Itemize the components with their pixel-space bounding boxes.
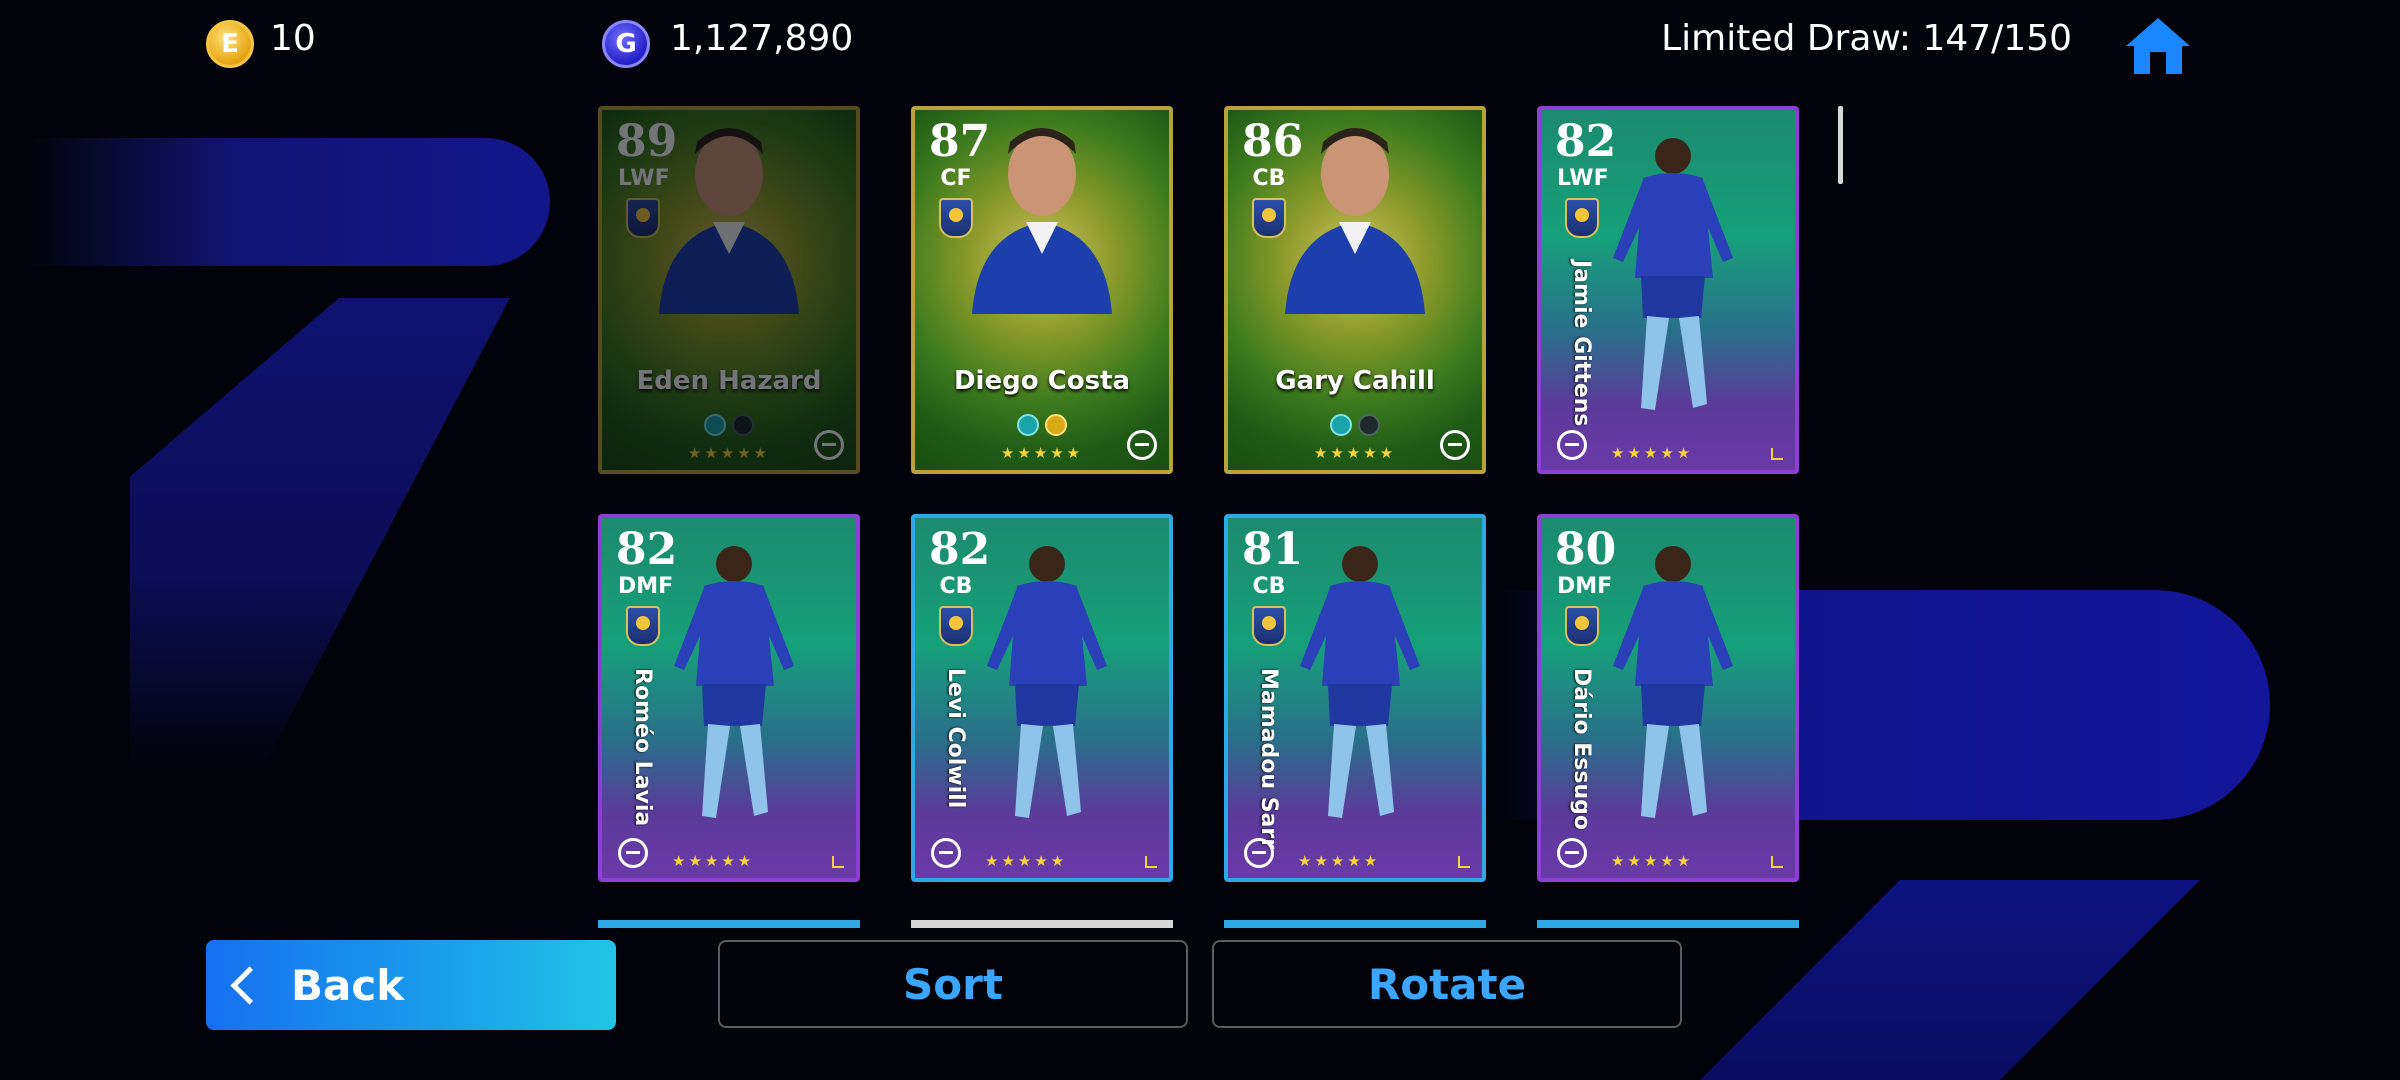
next-row-card-edge — [1224, 920, 1486, 928]
player-card[interactable]: 81 CB Mamadou Sarr ★★★★★ — [1224, 514, 1486, 882]
corner-mark-icon — [1771, 856, 1783, 868]
card-rating: 82 — [929, 524, 991, 575]
efootball-logo-icon — [1440, 430, 1470, 460]
skill-chips — [1017, 414, 1067, 436]
efootball-logo-icon — [1557, 838, 1587, 868]
rarity-stars: ★★★★★ — [985, 852, 1068, 870]
club-badge-icon — [1565, 606, 1599, 646]
efootball-logo-icon — [931, 838, 961, 868]
background-shape — [130, 298, 510, 768]
rarity-stars: ★★★★★ — [1611, 852, 1694, 870]
player-card[interactable]: 82 DMF Roméo Lavia ★★★★★ — [598, 514, 860, 882]
rotate-button[interactable]: Rotate — [1212, 940, 1682, 1028]
efootball-logo-icon — [814, 430, 844, 460]
skill-chips — [1330, 414, 1380, 436]
club-badge-icon — [1565, 198, 1599, 238]
player-name: Mamadou Sarr — [1256, 668, 1281, 850]
top-bar: E 10 G 1,127,890 Limited Draw: 147/150 — [0, 0, 2400, 90]
card-rating: 80 — [1555, 524, 1617, 575]
ecoin-count: 10 — [270, 18, 316, 59]
back-label: Back — [291, 960, 405, 1010]
skill-chip-icon — [704, 414, 726, 436]
card-rating: 86 — [1242, 116, 1304, 167]
player-card[interactable]: 82 LWF Jamie Gittens ★★★★★ — [1537, 106, 1799, 474]
efootball-logo-icon — [1127, 430, 1157, 460]
club-badge-icon — [1252, 198, 1286, 238]
card-position: CB — [1252, 166, 1286, 191]
player-card[interactable]: 82 CB Levi Colwill ★★★★★ — [911, 514, 1173, 882]
card-rating: 89 — [616, 116, 678, 167]
player-image — [987, 546, 1107, 818]
skill-chip-icon — [1330, 414, 1352, 436]
sort-button[interactable]: Sort — [718, 940, 1188, 1028]
skill-chip-icon — [1045, 414, 1067, 436]
rarity-stars: ★★★★★ — [1611, 444, 1694, 462]
next-row-card-edge — [598, 920, 860, 928]
player-card[interactable]: 89 LWF Eden Hazard ★★★★★ — [598, 106, 860, 474]
card-position: LWF — [1557, 166, 1609, 191]
corner-mark-icon — [1458, 856, 1470, 868]
card-rating: 82 — [616, 524, 678, 575]
card-position: CB — [1252, 574, 1286, 599]
player-card[interactable]: 80 DMF Dário Essugo ★★★★★ — [1537, 514, 1799, 882]
next-row-card-edge — [911, 920, 1173, 928]
player-name: Eden Hazard — [636, 366, 822, 396]
player-name: Gary Cahill — [1275, 366, 1435, 396]
club-badge-icon — [626, 198, 660, 238]
card-position: DMF — [1557, 574, 1613, 599]
limited-draw-counter: Limited Draw: 147/150 — [1661, 18, 2072, 59]
next-row-card-edge — [1537, 920, 1799, 928]
home-icon[interactable] — [2124, 16, 2192, 76]
corner-mark-icon — [832, 856, 844, 868]
card-rating: 82 — [1555, 116, 1617, 167]
player-name: Dário Essugo — [1569, 668, 1594, 831]
background-shape — [30, 138, 550, 266]
corner-mark-icon — [1145, 856, 1157, 868]
club-badge-icon — [626, 606, 660, 646]
card-rating: 87 — [929, 116, 991, 167]
skill-chip-icon — [1358, 414, 1380, 436]
player-name: Jamie Gittens — [1569, 260, 1594, 427]
player-name: Levi Colwill — [943, 668, 968, 809]
ecoin-icon: E — [206, 20, 254, 68]
background-shape — [1700, 880, 2200, 1080]
efootball-logo-icon — [1244, 838, 1274, 868]
efootball-logo-icon — [1557, 430, 1587, 460]
efootball-logo-icon — [618, 838, 648, 868]
gp-count: 1,127,890 — [670, 18, 854, 59]
skill-chip-icon — [1017, 414, 1039, 436]
card-position: CB — [939, 574, 973, 599]
player-name: Roméo Lavia — [630, 668, 655, 827]
skill-chip-icon — [732, 414, 754, 436]
club-badge-icon — [1252, 606, 1286, 646]
rarity-stars: ★★★★★ — [1298, 852, 1381, 870]
player-card[interactable]: 86 CB Gary Cahill ★★★★★ — [1224, 106, 1486, 474]
club-badge-icon — [939, 606, 973, 646]
chevron-left-icon — [230, 965, 269, 1005]
corner-mark-icon — [1771, 448, 1783, 460]
card-rating: 81 — [1242, 524, 1304, 575]
scrollbar[interactable] — [1838, 106, 1843, 184]
card-position: LWF — [618, 166, 670, 191]
skill-chips — [704, 414, 754, 436]
player-image — [1300, 546, 1420, 818]
rarity-stars: ★★★★★ — [672, 852, 755, 870]
player-name: Diego Costa — [953, 366, 1131, 396]
club-badge-icon — [939, 198, 973, 238]
card-position: CF — [940, 166, 972, 191]
player-card[interactable]: 87 CF Diego Costa ★★★★★ — [911, 106, 1173, 474]
gp-icon: G — [602, 20, 650, 68]
back-button[interactable]: Back — [206, 940, 616, 1030]
card-position: DMF — [618, 574, 674, 599]
